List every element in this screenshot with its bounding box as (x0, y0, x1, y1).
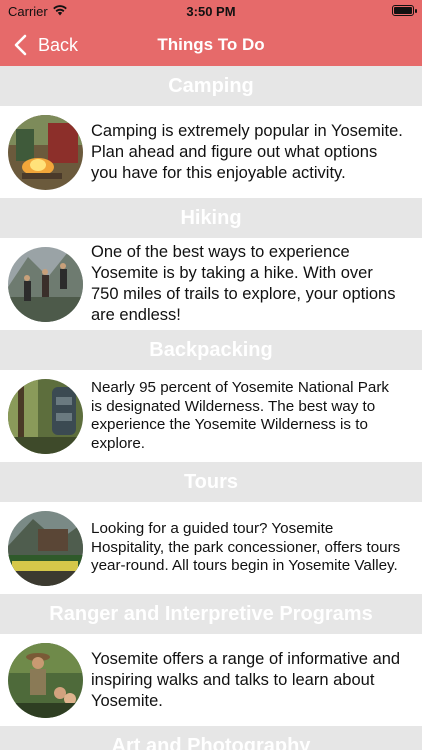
section-header-backpacking: Backpacking (0, 330, 422, 370)
tour-tram-photo-icon (8, 510, 83, 586)
chevron-left-icon (14, 34, 27, 56)
list-item-tours[interactable]: Looking for a guided tour? Yosemite Hosp… (0, 502, 422, 594)
status-bar: Carrier 3:50 PM (0, 0, 422, 24)
section-description: Looking for a guided tour? Yosemite Hosp… (91, 520, 401, 575)
section-description: Camping is extremely popular in Yosemite… (91, 121, 403, 182)
section-header-tours: Tours (0, 462, 422, 502)
clock: 3:50 PM (186, 4, 236, 19)
section-header-camping: Camping (0, 66, 422, 106)
section-header-ranger-programs: Ranger and Interpretive Programs (0, 594, 422, 634)
hikers-photo-icon (8, 246, 83, 322)
section-header-hiking: Hiking (0, 198, 422, 238)
section-description: Nearly 95 percent of Yosemite National P… (91, 379, 390, 452)
activities-list: Camping Camping is extremely popular in … (0, 66, 422, 750)
list-item-ranger-programs[interactable]: Yosemite offers a range of informative a… (0, 634, 422, 726)
campfire-photo-icon (8, 114, 83, 190)
back-label: Back (38, 34, 79, 55)
navigation-bar: Back Things To Do (0, 24, 422, 66)
list-item-camping[interactable]: Camping is extremely popular in Yosemite… (0, 106, 422, 198)
section-description: One of the best ways to experience Yosem… (91, 243, 396, 324)
back-button[interactable]: Back (10, 24, 78, 66)
ranger-photo-icon (8, 642, 83, 718)
backpacker-photo-icon (8, 378, 83, 454)
battery-icon (392, 5, 417, 16)
list-item-backpacking[interactable]: Nearly 95 percent of Yosemite National P… (0, 370, 422, 462)
section-description: Yosemite offers a range of informative a… (91, 649, 401, 710)
list-item-hiking[interactable]: One of the best ways to experience Yosem… (0, 238, 422, 330)
section-header-art-photography: Art and Photography (0, 726, 422, 750)
